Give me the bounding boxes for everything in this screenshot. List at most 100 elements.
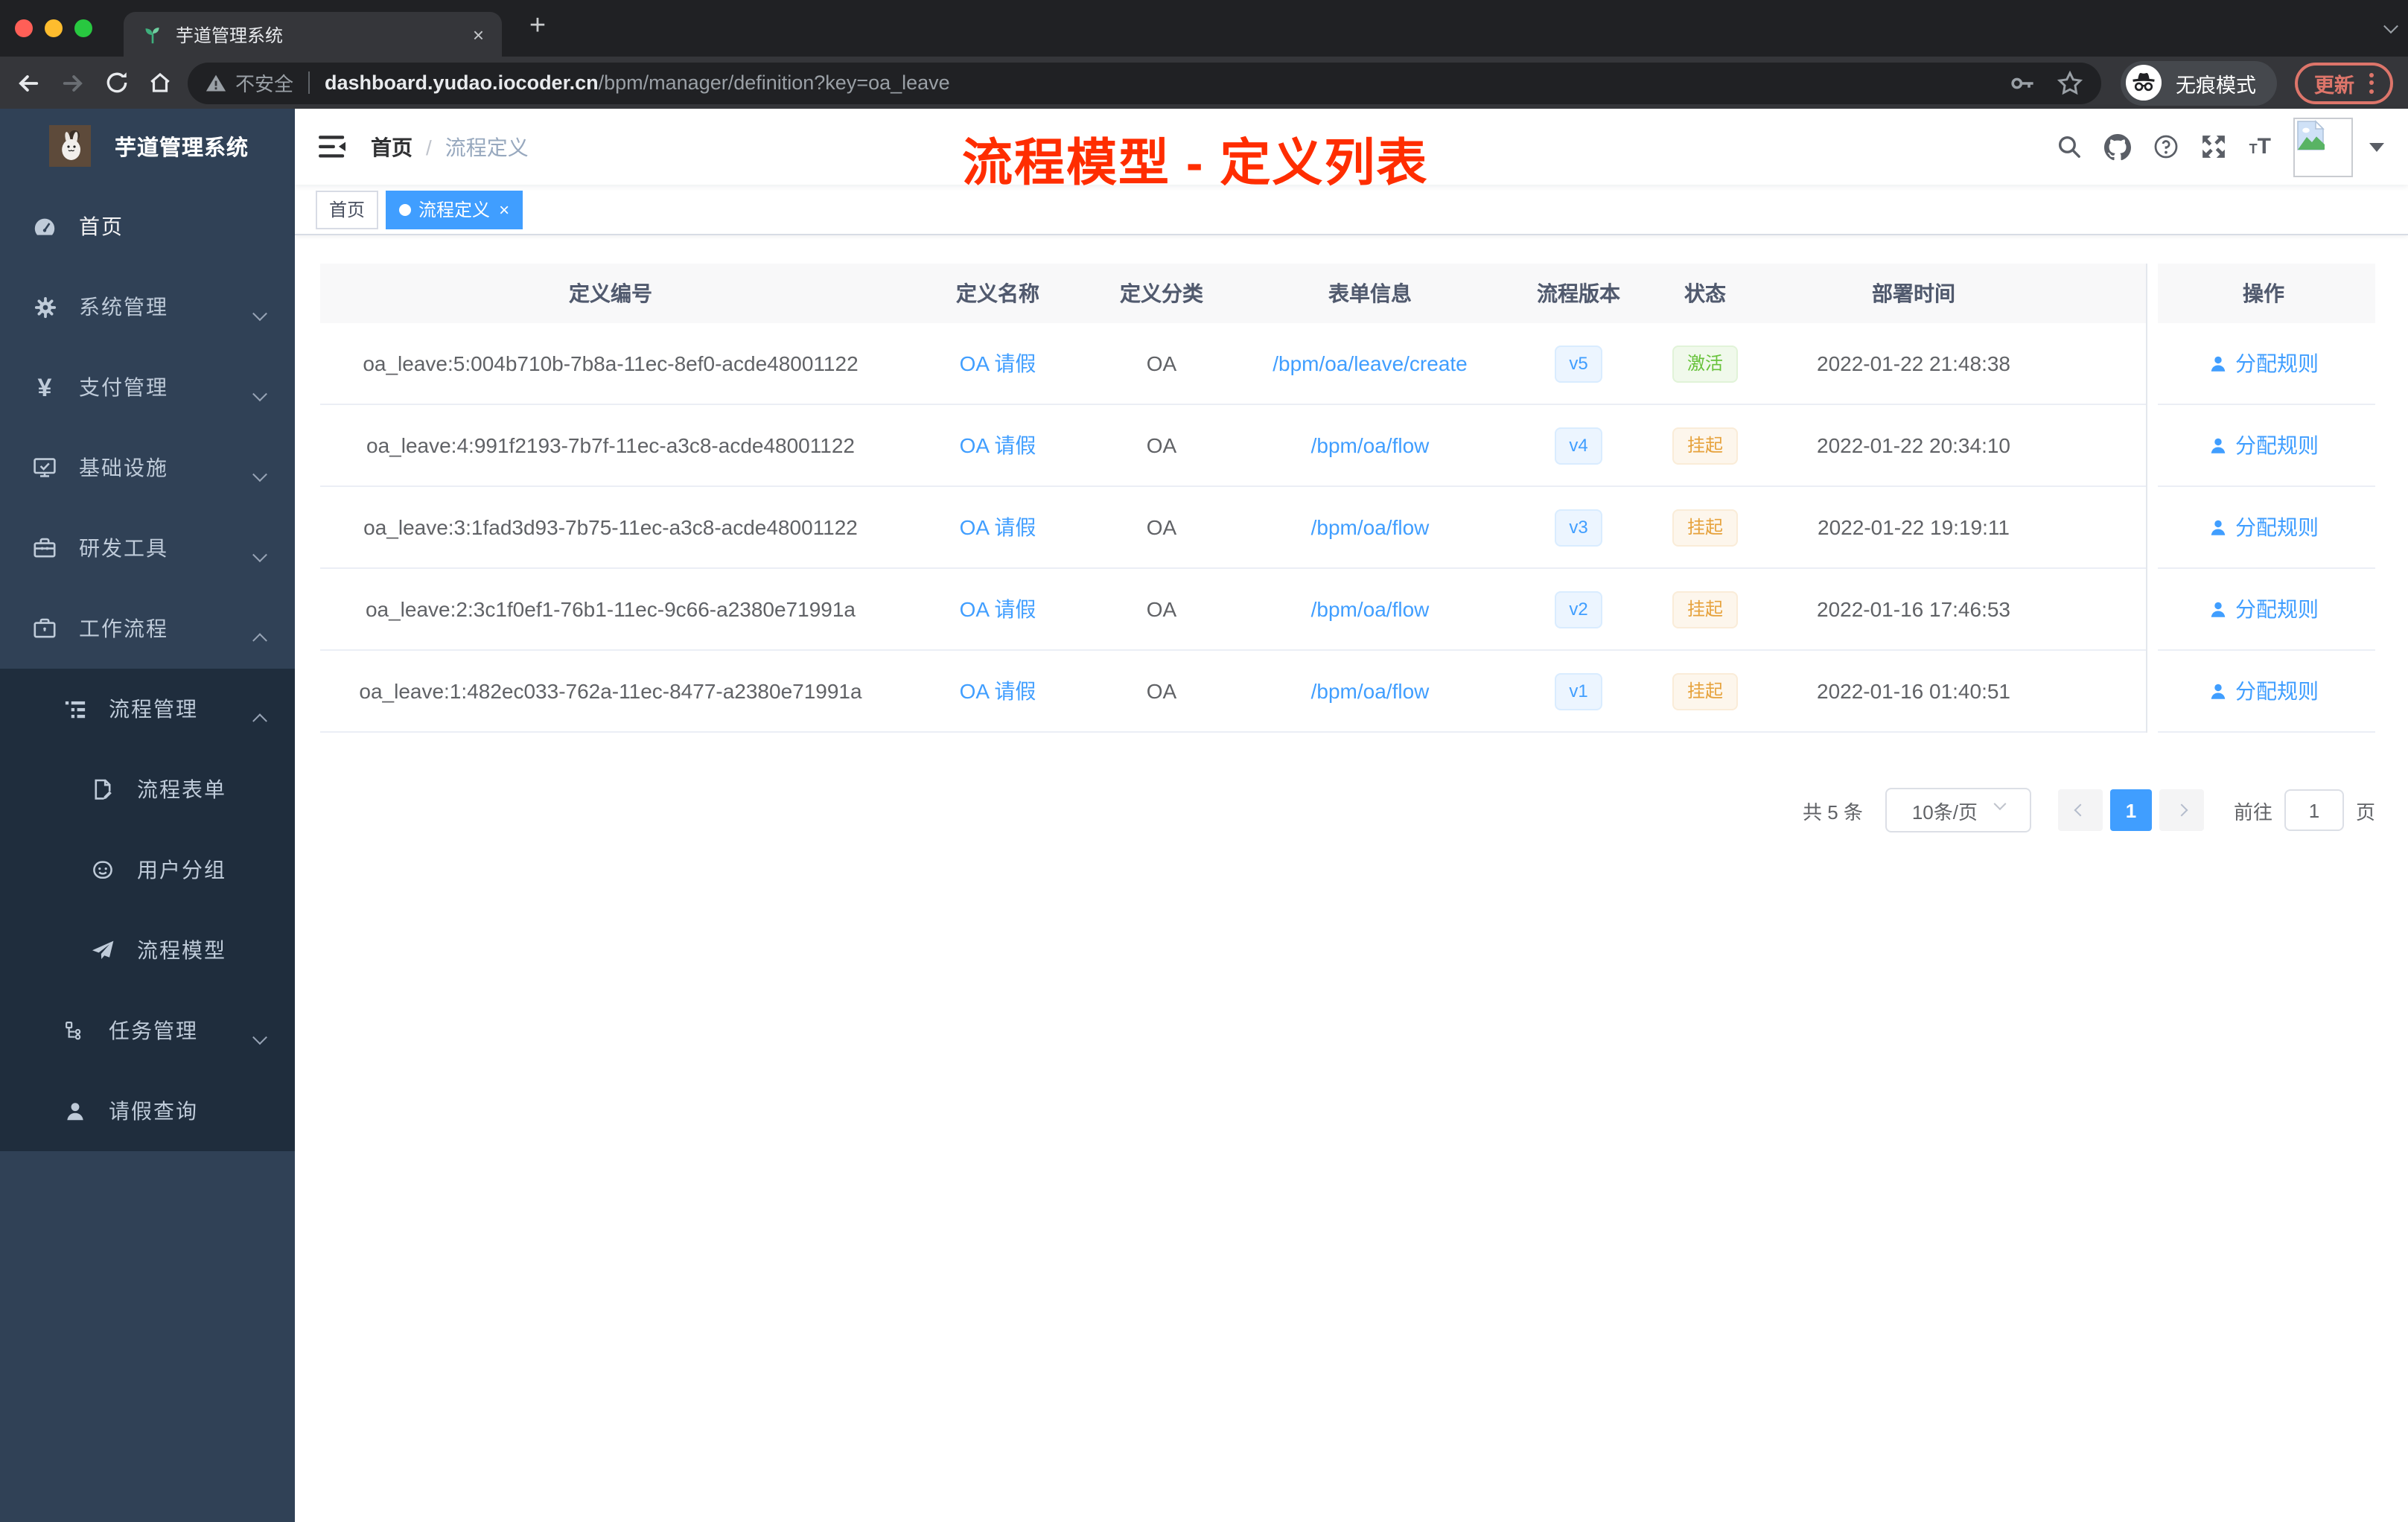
passkey-icon[interactable] (2009, 69, 2036, 96)
url-host[interactable]: dashboard.yudao.iocoder.cn (325, 71, 599, 94)
tag-label: 首页 (329, 200, 366, 220)
deploy-time-cell: 2022-01-16 17:46:53 (1817, 597, 2010, 621)
sidebar-item-toolbox[interactable]: 研发工具 (0, 508, 295, 588)
version-badge[interactable]: v3 (1512, 509, 1646, 546)
tab-search-chevron-icon[interactable] (2383, 19, 2398, 46)
table-body: oa_leave:5:004b710b-7b8a-11ec-8ef0-acde4… (320, 323, 2375, 733)
definition-name-link[interactable]: OA 请假 (901, 512, 1095, 542)
user-icon (2208, 354, 2228, 373)
hamburger-icon[interactable] (319, 134, 359, 159)
version-badge[interactable]: v4 (1512, 427, 1646, 464)
browser-tab[interactable]: 芋道管理系统 × (124, 12, 502, 57)
tag-item[interactable]: 首页 (316, 190, 379, 229)
form-info-link[interactable]: /bpm/oa/flow (1229, 679, 1512, 703)
col-status: 状态 (1684, 281, 1726, 305)
sidebar-item-label: 系统管理 (79, 295, 168, 319)
sidebar-item-label: 工作流程 (79, 617, 168, 640)
assign-rule-link[interactable]: 分配规则 (2152, 594, 2375, 624)
avatar-dropdown-caret-icon[interactable] (2369, 142, 2384, 151)
user-icon (2208, 681, 2228, 701)
page-size-select[interactable]: 10条/页 (1885, 788, 2031, 832)
page-unit-label: 页 (2355, 800, 2375, 823)
new-tab-button[interactable]: + (518, 7, 557, 46)
avatar[interactable] (2293, 117, 2353, 176)
definition-name-link[interactable]: OA 请假 (901, 676, 1095, 706)
form-info-link[interactable]: /bpm/oa/flow (1229, 515, 1512, 539)
traffic-lights[interactable] (15, 19, 92, 37)
assign-rule-link[interactable]: 分配规则 (2152, 676, 2375, 706)
search-icon[interactable] (2057, 134, 2083, 159)
sidebar-item-gear[interactable]: 系统管理 (0, 267, 295, 347)
definition-name-link[interactable]: OA 请假 (901, 348, 1095, 378)
close-window-button[interactable] (15, 19, 33, 37)
app-title: 芋道管理系统 (115, 136, 249, 160)
goto-page-input[interactable] (2284, 789, 2344, 831)
page-number-button[interactable]: 1 (2109, 789, 2152, 831)
version-badge[interactable]: v5 (1512, 345, 1646, 382)
sidebar-item-dashboard[interactable]: 首页 (0, 186, 295, 267)
definition-name-link[interactable]: OA 请假 (901, 594, 1095, 624)
definition-id-cell: oa_leave:5:004b710b-7b8a-11ec-8ef0-acde4… (363, 351, 859, 375)
chevron-down-icon (252, 547, 267, 572)
version-badge[interactable]: v1 (1512, 672, 1646, 710)
main-area: 首页 / 流程定义 流程模型 - 定义列表 TT 首页 流程定义 × 定义编号 … (295, 109, 2408, 1522)
fullscreen-icon[interactable] (2202, 134, 2227, 159)
bookmark-star-icon[interactable] (2057, 69, 2083, 96)
tag-close-icon[interactable]: × (499, 200, 509, 218)
not-secure-warning-icon[interactable] (206, 72, 226, 93)
update-label[interactable]: 更新 (2314, 68, 2354, 98)
select-chevron-down-icon (1993, 797, 2007, 811)
sidebar-item-label: 流程管理 (109, 697, 198, 721)
github-icon[interactable] (2104, 133, 2132, 160)
sidebar-item-paper-plane[interactable]: 流程模型 (0, 910, 295, 990)
sidebar-item-face[interactable]: 用户分组 (0, 830, 295, 910)
sidebar-item-yen[interactable]: ¥ 支付管理 (0, 347, 295, 427)
table-header-row: 定义编号 定义名称 定义分类 表单信息 流程版本 状态 部署时间 操作 (320, 264, 2375, 323)
minimize-window-button[interactable] (45, 19, 63, 37)
deploy-time-cell: 2022-01-22 19:19:11 (1818, 515, 2010, 539)
assign-rule-link[interactable]: 分配规则 (2152, 348, 2375, 378)
next-page-button[interactable] (2159, 789, 2204, 831)
form-info-link[interactable]: /bpm/oa/flow (1229, 433, 1512, 457)
logo-row[interactable]: 芋道管理系统 (0, 109, 295, 183)
forward-icon[interactable] (60, 69, 86, 96)
reload-icon[interactable] (104, 70, 130, 95)
form-info-link[interactable]: /bpm/oa/leave/create (1229, 351, 1512, 375)
sidebar-item-tree-list[interactable]: 流程管理 (0, 669, 295, 749)
sidebar-item-label: 请假查询 (109, 1099, 198, 1123)
home-icon[interactable] (147, 70, 173, 95)
chevron-down-icon (252, 386, 267, 411)
browser-update-button[interactable]: 更新 (2295, 62, 2393, 104)
sidebar-item-monitor[interactable]: 基础设施 (0, 427, 295, 508)
tab-title: 芋道管理系统 (176, 25, 284, 45)
security-label[interactable]: 不安全 (235, 69, 293, 97)
status-badge: 挂起 (1646, 509, 1765, 546)
deploy-time-cell: 2022-01-16 01:40:51 (1817, 679, 2010, 703)
tab-close-icon[interactable]: × (470, 23, 487, 45)
sidebar-item-org-tree[interactable]: 任务管理 (0, 990, 295, 1071)
version-badge[interactable]: v2 (1512, 590, 1646, 628)
breadcrumb-home[interactable]: 首页 (371, 132, 413, 162)
logo-image (49, 125, 91, 167)
address-bar[interactable]: 不安全 dashboard.yudao.iocoder.cn/bpm/manag… (188, 62, 2101, 104)
maximize-window-button[interactable] (74, 19, 92, 37)
url-path[interactable]: /bpm/manager/definition?key=oa_leave (599, 71, 950, 94)
font-size-icon[interactable]: TT (2249, 134, 2271, 159)
prev-page-button[interactable] (2057, 789, 2103, 831)
breadcrumb-current: 流程定义 (445, 135, 529, 159)
definition-name-link[interactable]: OA 请假 (901, 430, 1095, 460)
browser-menu-icon[interactable] (2369, 72, 2374, 93)
sidebar-item-briefcase[interactable]: 工作流程 (0, 588, 295, 669)
sidebar-item-form-edit[interactable]: 流程表单 (0, 749, 295, 830)
back-icon[interactable] (15, 69, 42, 96)
tag-active[interactable]: 流程定义 × (386, 190, 523, 229)
assign-rule-link[interactable]: 分配规则 (2152, 430, 2375, 460)
sidebar-item-label: 流程模型 (137, 938, 226, 962)
paper-plane-icon (88, 938, 118, 962)
assign-rule-link[interactable]: 分配规则 (2152, 512, 2375, 542)
breadcrumb-separator: / (426, 135, 432, 159)
form-info-link[interactable]: /bpm/oa/flow (1229, 597, 1512, 621)
sidebar-item-person[interactable]: 请假查询 (0, 1071, 295, 1151)
help-icon[interactable] (2154, 134, 2179, 159)
yen-icon: ¥ (37, 373, 52, 401)
